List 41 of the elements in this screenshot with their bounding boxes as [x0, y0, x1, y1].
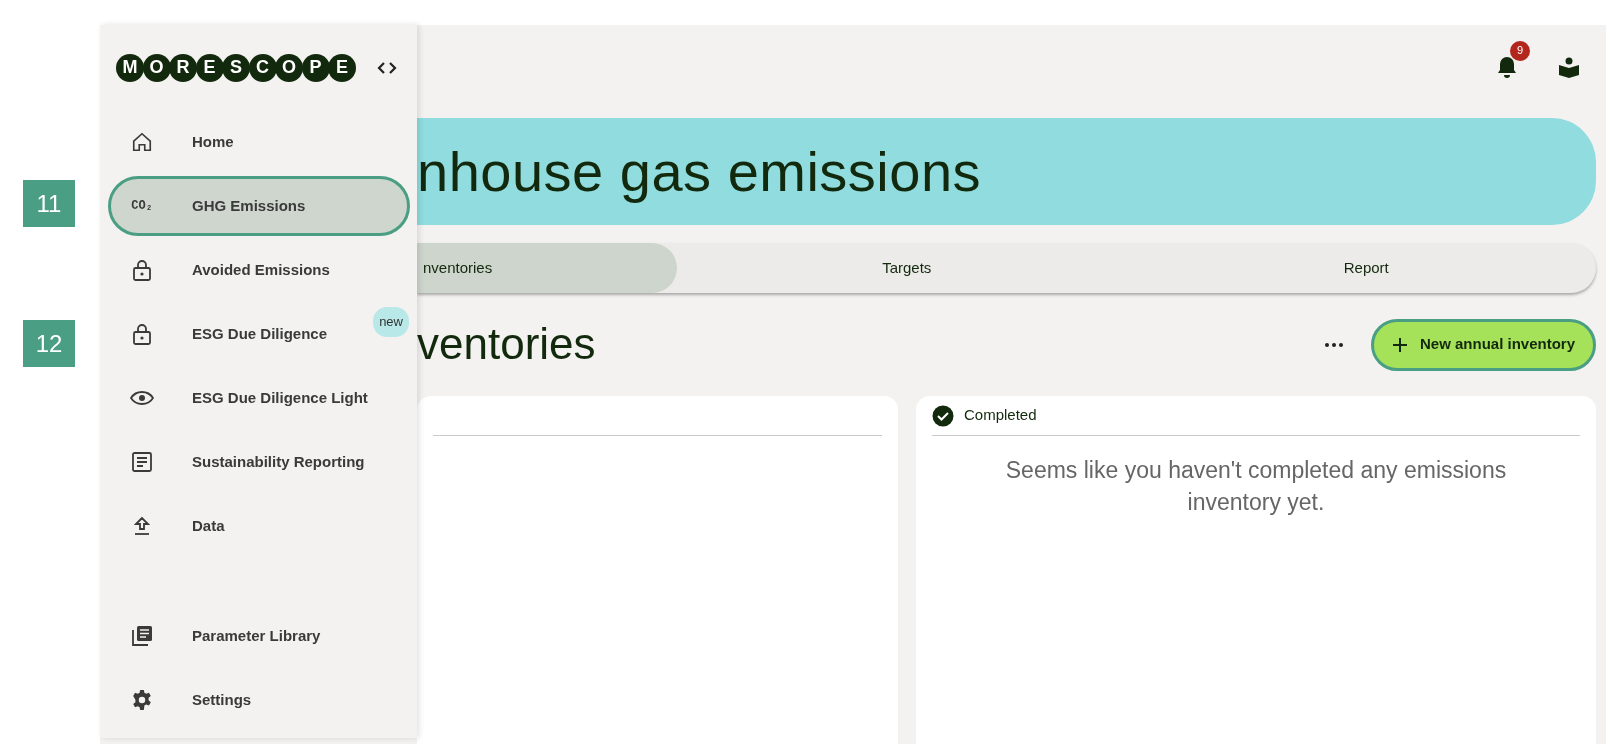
item-label: Parameter Library: [192, 625, 321, 646]
co2-icon: CO₂: [130, 194, 154, 218]
empty-message: Seems like you haven't completed any emissions inventory yet.: [1004, 456, 1508, 518]
notification-icon[interactable]: [1496, 54, 1518, 79]
item-label: Sustainability Reporting: [192, 451, 365, 472]
page-title: nhouse gas emissions: [417, 138, 982, 205]
item-label: ESG Due Diligence Light: [192, 387, 368, 408]
new-inventory-button[interactable]: New annual inventory: [1370, 318, 1596, 371]
notification-badge: 9: [1510, 40, 1530, 61]
item-label: GHG Emissions: [192, 195, 306, 216]
tab[interactable]: Report: [1136, 243, 1596, 293]
item-label: Settings: [192, 689, 252, 710]
sidebar-item[interactable]: CO₂ GHG Emissions: [108, 176, 410, 236]
sidebar-item[interactable]: Data: [108, 494, 410, 558]
home-icon: [130, 130, 154, 154]
sidebar-item[interactable]: ESG Due Diligence Light: [108, 366, 410, 430]
sidebar-item[interactable]: Parameter Library: [108, 604, 410, 668]
library-icon: [130, 624, 154, 648]
item-label: Home: [192, 131, 234, 152]
document-icon: [130, 450, 154, 474]
card-title: Completed: [964, 405, 1037, 426]
sidebar-item[interactable]: Sustainability Reporting: [108, 430, 410, 494]
logo: M O R E S C O P E: [116, 53, 355, 82]
item-label: Data: [192, 515, 225, 536]
sidebar-item[interactable]: ESG Due Diligence new: [108, 302, 410, 366]
item-label: Avoided Emissions: [192, 259, 330, 280]
sidebar-item[interactable]: Avoided Emissions: [108, 238, 410, 302]
lock-icon: [130, 322, 154, 346]
tab[interactable]: Targets: [677, 243, 1137, 293]
item-label: ESG Due Diligence: [192, 323, 328, 344]
sidebar-item[interactable]: Home: [108, 110, 410, 174]
step-marker: 12: [23, 320, 75, 367]
step-marker: 11: [23, 180, 75, 227]
new-badge: new: [373, 307, 409, 337]
settings-icon: [130, 688, 154, 712]
lock-icon: [130, 258, 154, 282]
tab[interactable]: nventories: [417, 243, 677, 293]
check-icon: [932, 404, 954, 427]
plus-icon: [1391, 336, 1408, 353]
sidebar-item[interactable]: Settings: [108, 668, 410, 732]
section-title: ventories: [417, 318, 597, 371]
